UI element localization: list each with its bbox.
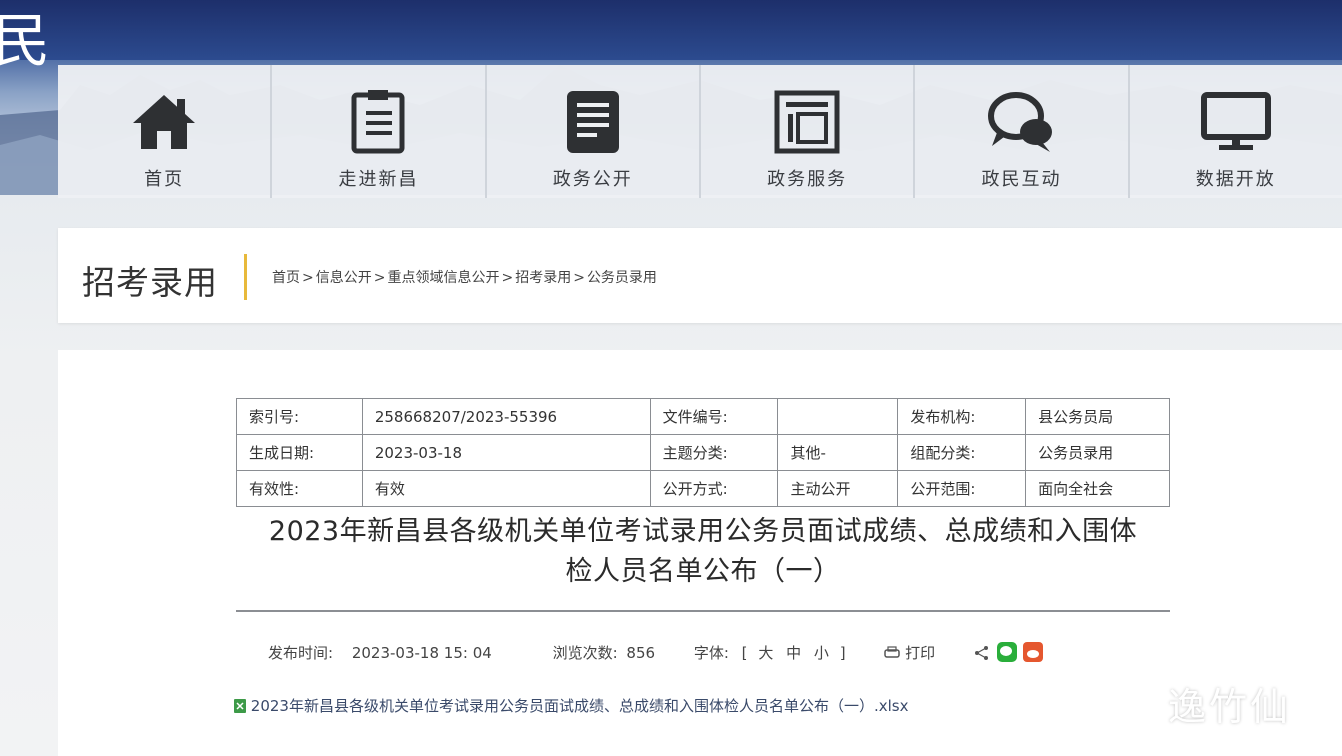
document-title-line: 检人员名单公布（一） (565, 556, 841, 587)
section-header: 招考录用 首页 > 信息公开 > 重点领域信息公开 > 招考录用 > 公务员录用 (58, 228, 1342, 323)
watermark: 逸竹仙 (1168, 685, 1292, 729)
font-medium-button[interactable]: 中 (786, 642, 801, 663)
table-cell: 索引号: (236, 398, 363, 435)
banner-logo-glyph: 民 (0, 7, 51, 75)
table-cell: 发布机构: (897, 398, 1027, 435)
font-size-label: 字体: (693, 644, 729, 662)
table-cell: 面向全社会 (1025, 470, 1170, 507)
weibo-share-icon[interactable] (1023, 642, 1044, 662)
nav-item-open-data[interactable]: 数据开放 (1129, 65, 1342, 198)
breadcrumb-info-public[interactable]: 信息公开 (316, 270, 372, 286)
excel-file-icon (234, 699, 246, 713)
table-row: 生成日期: 2023-03-18 主题分类: 其他- 组配分类: 公务员录用 (236, 434, 1170, 471)
table-cell: 有效性: (236, 470, 363, 507)
publish-time: 2023-03-18 15: 04 (351, 644, 492, 662)
metadata-table: 索引号: 258668207/2023-55396 文件编号: 发布机构: 县公… (236, 398, 1170, 507)
table-cell: 公务员录用 (1025, 434, 1170, 471)
nav-label: 政民互动 (981, 169, 1062, 190)
article-panel: 索引号: 258668207/2023-55396 文件编号: 发布机构: 县公… (58, 350, 1342, 756)
table-cell: 主题分类: (649, 434, 779, 471)
breadcrumb-separator: > (373, 270, 386, 286)
title-divider (244, 254, 247, 300)
breadcrumb-separator: > (501, 270, 514, 286)
table-cell: 公开方式: (649, 470, 779, 507)
nav-item-interaction[interactable]: 政民互动 (915, 65, 1130, 198)
breadcrumb-home[interactable]: 首页 (272, 270, 300, 286)
section-title: 招考录用 (82, 263, 218, 302)
nav-label: 政务服务 (767, 169, 848, 190)
building-frame-icon (772, 87, 842, 157)
table-cell: 文件编号: (649, 398, 779, 435)
nav-label: 政务公开 (552, 169, 633, 190)
wechat-share-icon[interactable] (996, 642, 1017, 662)
breadcrumb-recruitment[interactable]: 招考录用 (515, 270, 571, 286)
title-rule (236, 610, 1170, 612)
nav-item-gov-affairs[interactable]: 政务公开 (486, 65, 701, 198)
nav-item-gov-services[interactable]: 政务服务 (700, 65, 916, 198)
document-list-icon (343, 87, 413, 157)
attachment-link[interactable]: 2023年新昌县各级机关单位考试录用公务员面试成绩、总成绩和入围体检人员名单公布… (234, 695, 908, 716)
breadcrumb-separator: > (573, 270, 585, 286)
home-icon (129, 87, 199, 157)
table-cell: 县公务员局 (1025, 398, 1170, 435)
banner-sky (0, 0, 1342, 60)
article-info-bar: 发布时间: 2023-03-18 15: 04 浏览次数: 856 字体: [ … (268, 642, 1044, 663)
print-button[interactable]: 打印 (884, 642, 935, 663)
font-small-button[interactable]: 小 (814, 642, 829, 663)
nav-item-about[interactable]: 走进新昌 (272, 65, 487, 198)
monitor-icon (1200, 87, 1271, 157)
table-row: 索引号: 258668207/2023-55396 文件编号: 发布机构: 县公… (236, 398, 1170, 435)
table-cell: 组配分类: (897, 434, 1027, 471)
nav-item-home[interactable]: 首页 (58, 65, 273, 198)
view-count: 856 (626, 644, 656, 662)
table-row: 有效性: 有效 公开方式: 主动公开 公开范围: 面向全社会 (236, 470, 1170, 507)
document-title-line: 2023年新昌县各级机关单位考试录用公务员面试成绩、总成绩和入围体 (268, 516, 1138, 547)
nav-label: 走进新昌 (338, 169, 419, 190)
document-title: 2023年新昌县各级机关单位考试录用公务员面试成绩、总成绩和入围体 检人员名单公… (208, 512, 1198, 592)
table-cell: 258668207/2023-55396 (361, 398, 651, 435)
table-cell: 主动公开 (777, 470, 899, 507)
printer-icon (884, 646, 901, 658)
breadcrumb-civil-servant[interactable]: 公务员录用 (587, 270, 657, 286)
table-cell: 2023-03-18 (361, 434, 651, 471)
document-lines-icon (558, 87, 628, 157)
attachment-filename: 2023年新昌县各级机关单位考试录用公务员面试成绩、总成绩和入围体检人员名单公布… (250, 697, 909, 715)
table-cell: 其他- (777, 434, 899, 471)
breadcrumb-separator: > (302, 270, 314, 286)
print-label: 打印 (905, 644, 936, 662)
font-large-button[interactable]: 大 (758, 642, 773, 663)
chat-bubbles-icon (986, 87, 1056, 157)
bracket-open: [ (741, 644, 748, 662)
view-count-label: 浏览次数: (552, 644, 618, 662)
nav-label: 数据开放 (1195, 169, 1276, 190)
publish-time-label: 发布时间: (268, 644, 334, 662)
breadcrumb-key-areas[interactable]: 重点领域信息公开 (387, 270, 499, 286)
main-nav: 首页 走进新昌 政务公开 政务服务 政民互动 数据开放 (58, 65, 1342, 198)
breadcrumb: 首页 > 信息公开 > 重点领域信息公开 > 招考录用 > 公务员录用 (272, 267, 657, 287)
table-cell: 生成日期: (236, 434, 363, 471)
bracket-close: ] (839, 644, 846, 662)
nav-label: 首页 (144, 169, 185, 190)
table-cell (777, 398, 899, 435)
share-icon[interactable] (974, 644, 990, 662)
table-cell: 有效 (361, 470, 651, 507)
table-cell: 公开范围: (897, 470, 1027, 507)
